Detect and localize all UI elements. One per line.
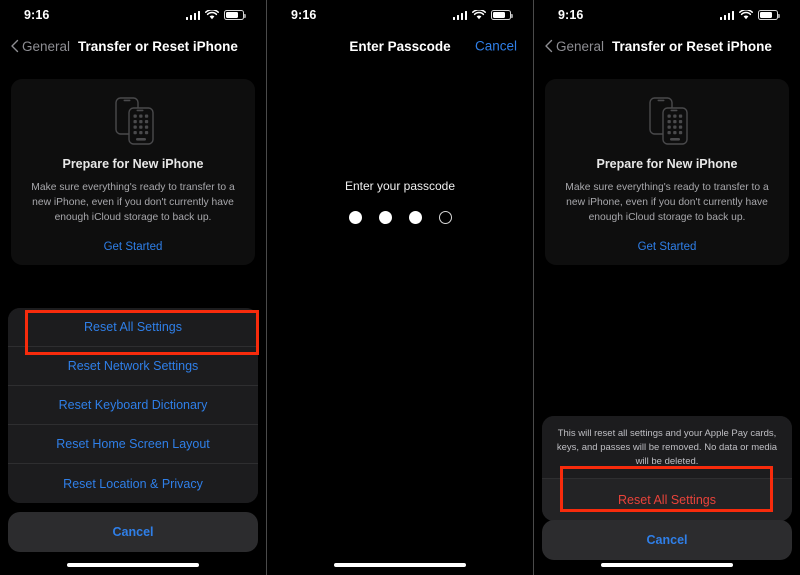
- back-button-label[interactable]: General: [556, 39, 604, 54]
- cancel-button[interactable]: Cancel: [8, 512, 258, 552]
- action-sheet-item-reset-keyboard-dictionary[interactable]: Reset Keyboard Dictionary: [8, 386, 258, 425]
- wifi-icon: [472, 10, 486, 20]
- passcode-prompt: Enter your passcode: [344, 179, 456, 193]
- card-description: Make sure everything's ready to transfer…: [565, 182, 769, 224]
- card-description: Make sure everything's ready to transfer…: [31, 182, 235, 224]
- status-bar-clock: 9:16: [558, 8, 584, 22]
- page-title: Transfer or Reset iPhone: [78, 38, 238, 54]
- card-title: Prepare for New iPhone: [62, 157, 204, 171]
- passcode-dot-4: [438, 211, 452, 224]
- status-bar-clock: 9:16: [291, 8, 317, 22]
- cellular-signal-icon: [452, 10, 467, 20]
- confirm-reset-all-settings-button[interactable]: Reset All Settings: [542, 479, 792, 522]
- navigation-bar: General Transfer or Reset iPhone: [534, 30, 800, 62]
- wifi-icon: [205, 10, 219, 20]
- status-bar: 9:16: [0, 0, 266, 30]
- reset-action-sheet: Reset All Settings Reset Network Setting…: [8, 308, 258, 503]
- status-bar-icons: [452, 10, 513, 20]
- action-sheet-item-reset-home-screen-layout[interactable]: Reset Home Screen Layout: [8, 425, 258, 464]
- status-bar-icons: [719, 10, 780, 20]
- action-sheet-cancel: Cancel: [542, 520, 792, 560]
- prepare-for-new-iphone-card: Prepare for New iPhone Make sure everyth…: [11, 79, 255, 266]
- back-chevron-icon[interactable]: [542, 38, 555, 54]
- phone-screen-reset-options: 9:16 General Transfer or Reset iPhone Pr…: [0, 0, 266, 575]
- status-bar-icons: [185, 10, 246, 20]
- status-bar-clock: 9:16: [24, 8, 50, 22]
- passcode-dots[interactable]: [267, 211, 533, 224]
- cellular-signal-icon: [185, 10, 200, 20]
- screenshot-strip: 9:16 General Transfer or Reset iPhone Pr…: [0, 0, 800, 575]
- confirm-reset-action-sheet: This will reset all settings and your Ap…: [542, 416, 792, 522]
- status-bar: 9:16: [267, 0, 533, 30]
- action-sheet-item-reset-location-privacy[interactable]: Reset Location & Privacy: [8, 464, 258, 503]
- two-iphones-icon: [27, 95, 239, 147]
- action-sheet-item-reset-all-settings[interactable]: Reset All Settings: [8, 308, 258, 347]
- battery-icon: [491, 10, 513, 20]
- phone-screen-enter-passcode: 9:16 Enter Passcode Cancel Enter your pa…: [266, 0, 534, 575]
- alert-message: This will reset all settings and your Ap…: [542, 416, 792, 480]
- two-iphones-icon: [561, 95, 773, 147]
- home-indicator: [334, 563, 466, 567]
- home-indicator: [601, 563, 733, 567]
- back-chevron-icon[interactable]: [8, 38, 21, 54]
- get-started-button[interactable]: Get Started: [27, 241, 239, 253]
- home-indicator: [67, 563, 199, 567]
- cancel-button[interactable]: Cancel: [475, 39, 517, 54]
- back-button-label[interactable]: General: [22, 39, 70, 54]
- phone-screen-confirm-reset: 9:16 General Transfer or Reset iPhone Pr…: [534, 0, 800, 575]
- action-sheet-item-reset-network-settings[interactable]: Reset Network Settings: [8, 347, 258, 386]
- passcode-dot-1: [348, 211, 362, 224]
- prepare-for-new-iphone-card: Prepare for New iPhone Make sure everyth…: [545, 79, 789, 266]
- cancel-button[interactable]: Cancel: [542, 520, 792, 560]
- get-started-button[interactable]: Get Started: [561, 241, 773, 253]
- page-title: Transfer or Reset iPhone: [612, 38, 772, 54]
- page-title: Enter Passcode: [349, 38, 451, 54]
- navigation-bar: General Transfer or Reset iPhone: [0, 30, 266, 62]
- navigation-bar: Enter Passcode Cancel: [267, 30, 533, 62]
- battery-icon: [758, 10, 780, 20]
- passcode-dot-3: [408, 211, 422, 224]
- action-sheet-cancel: Cancel: [8, 512, 258, 552]
- battery-icon: [224, 10, 246, 20]
- cellular-signal-icon: [719, 10, 734, 20]
- status-bar: 9:16: [534, 0, 800, 30]
- passcode-dot-2: [378, 211, 392, 224]
- wifi-icon: [739, 10, 753, 20]
- card-title: Prepare for New iPhone: [596, 157, 738, 171]
